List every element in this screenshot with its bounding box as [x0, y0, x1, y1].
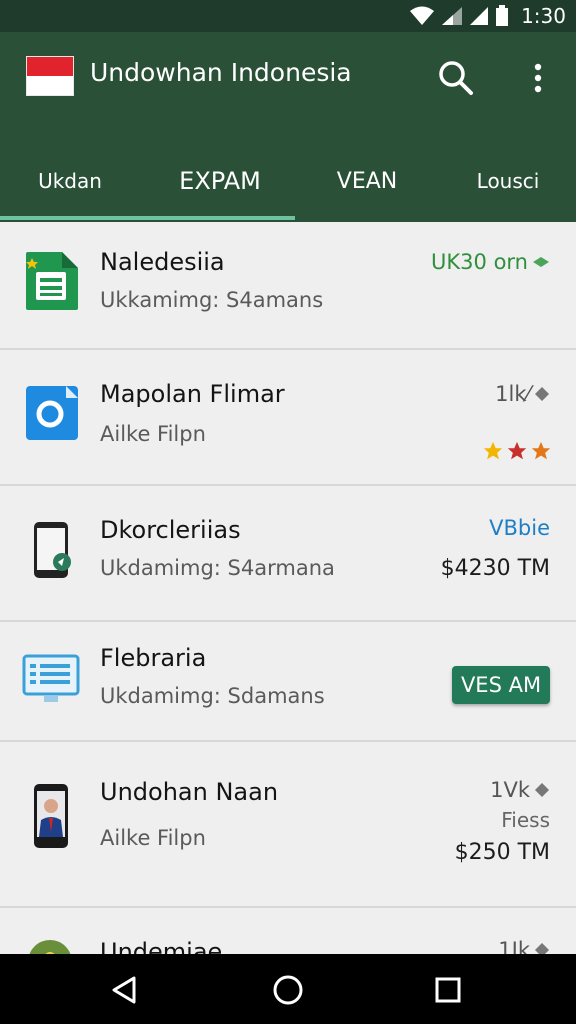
tab-bar: Ukdan EXPAM VEAN Lousci: [0, 140, 576, 222]
item-meta-text: 1Ik: [498, 938, 530, 954]
item-name: Dkorcleriias: [100, 516, 241, 544]
system-nav-bar: [0, 954, 576, 1024]
item-meta-text: VBbie: [489, 516, 550, 540]
back-button[interactable]: [102, 968, 146, 1012]
wifi-icon: [410, 6, 435, 25]
install-button[interactable]: VES AM: [452, 666, 550, 704]
green-circle-app-icon: [28, 938, 76, 954]
item-tag: Fiess: [501, 808, 550, 832]
item-meta: UK30 orn: [431, 250, 550, 274]
item-subtitle: Ailke Filpn: [100, 422, 206, 446]
home-icon: [273, 975, 303, 1005]
list-item[interactable]: Undemiae 1Ik: [0, 908, 576, 954]
item-subtitle: Ukkamimg: S4amans: [100, 288, 324, 312]
item-meta: VBbie: [489, 516, 550, 540]
item-meta: 1lk⁄: [495, 382, 550, 406]
diamond-icon: [535, 387, 549, 401]
status-icons: 1:30: [409, 3, 566, 29]
star-icon: [531, 441, 551, 460]
tab-lousci[interactable]: Lousci: [440, 140, 576, 222]
recents-icon: [435, 977, 461, 1003]
item-price: $250 TM: [454, 840, 550, 865]
app-bar: Undowhan Indonesia Ukdan EXPAM VEAN Lous…: [0, 32, 576, 222]
list-item[interactable]: Dkorcleriias Ukdamimg: S4armana VBbie $4…: [0, 486, 576, 622]
tab-indicator: [0, 216, 295, 220]
item-name: Mapolan Flimar: [100, 380, 285, 408]
item-name: Undemiae: [100, 938, 223, 954]
indonesia-flag-icon: [26, 56, 74, 96]
status-bar: 1:30: [0, 0, 576, 32]
diamond-icon: [535, 943, 549, 954]
tab-expam[interactable]: EXPAM: [146, 140, 294, 222]
screen-app-icon: [22, 654, 80, 708]
phone-app-icon: [32, 520, 72, 586]
item-meta-text: 1Vk: [490, 778, 530, 802]
item-meta: 1Vk: [490, 778, 550, 802]
item-price: $4230 TM: [440, 556, 550, 581]
tab-ukdan[interactable]: Ukdan: [0, 140, 140, 222]
overflow-menu-button[interactable]: [524, 58, 552, 98]
item-subtitle: Ukdamimg: S4armana: [100, 556, 335, 580]
document-app-icon: [22, 250, 80, 316]
signal-icon-2: [470, 7, 489, 25]
item-subtitle: Ailke Filpn: [100, 826, 206, 850]
item-meta: 1Ik: [498, 938, 550, 954]
list-item[interactable]: Undohan Naan Ailke Filpn 1Vk Fiess $250 …: [0, 742, 576, 908]
list-item[interactable]: Naledesiia Ukkamimg: S4amans UK30 orn: [0, 222, 576, 350]
blue-app-icon: [22, 382, 80, 448]
star-icon: [483, 441, 503, 460]
more-vert-icon: [534, 63, 542, 93]
rating-stars: [482, 440, 552, 462]
item-name: Naledesiia: [100, 248, 225, 276]
item-meta-text: 1lk⁄: [495, 382, 530, 406]
battery-icon: [496, 5, 509, 26]
person-phone-app-icon: [32, 782, 72, 854]
item-name: Undohan Naan: [100, 778, 279, 806]
search-button[interactable]: [436, 58, 476, 98]
list-item[interactable]: Mapolan Flimar Ailke Filpn 1lk⁄: [0, 350, 576, 486]
search-icon: [439, 61, 473, 95]
recents-button[interactable]: [426, 968, 470, 1012]
item-meta-text: UK30 orn: [431, 250, 528, 274]
diamond-icon: [535, 783, 549, 797]
star-icon: [507, 441, 527, 460]
tab-vean[interactable]: VEAN: [300, 140, 434, 222]
signal-icon: [442, 7, 463, 25]
status-time: 1:30: [521, 4, 566, 28]
back-icon: [112, 976, 136, 1004]
diamond-icon: [533, 257, 549, 267]
app-title: Undowhan Indonesia: [90, 58, 352, 87]
item-name: Flebraria: [100, 644, 207, 672]
app-list: Naledesiia Ukkamimg: S4amans UK30 orn Ma…: [0, 222, 576, 954]
item-subtitle: Ukdamimg: Sdamans: [100, 684, 325, 708]
home-button[interactable]: [266, 968, 310, 1012]
list-item[interactable]: Flebraria Ukdamimg: Sdamans VES AM: [0, 622, 576, 742]
